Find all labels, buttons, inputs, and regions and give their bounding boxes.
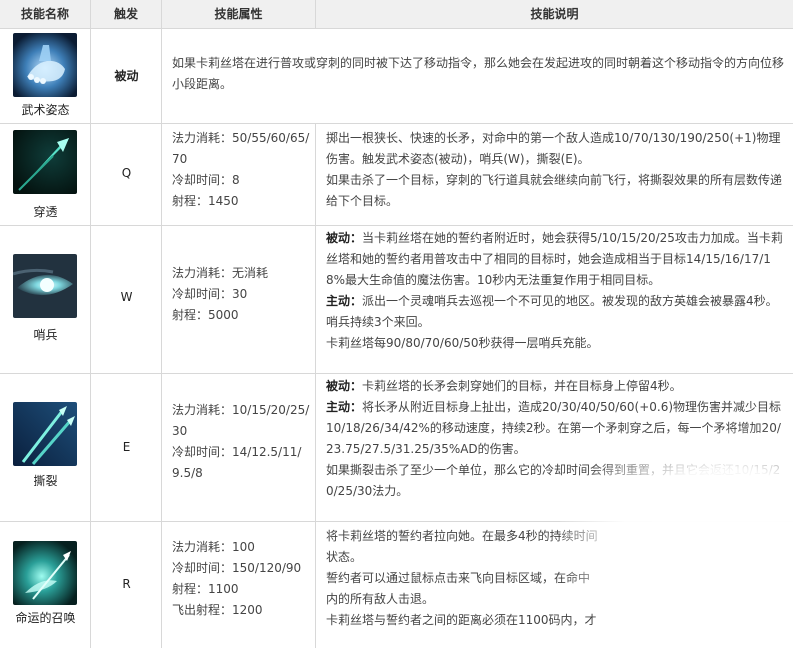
skill-desc: 如果卡莉丝塔在进行普攻或穿刺的同时被下达了移动指令，那么她会在发起进攻的同时朝着… [172, 53, 784, 95]
passive-text: 卡莉丝塔的长矛会刺穿她们的目标，并在目标身上停留4秒。 [362, 379, 682, 393]
skill-trigger: R [122, 577, 131, 591]
desc-line: 卡莉丝塔每90/80/70/60/50秒获得一层哨兵充能。 [326, 336, 599, 350]
attr-line: 法力消耗：50/55/60/65/70 [172, 131, 310, 166]
passive-text: 当卡莉丝塔在她的誓约者附近时，她会获得5/10/15/20/25攻击力加成。当卡… [326, 231, 783, 287]
skill-trigger-cell: Q [91, 124, 162, 225]
skill-name-cell: 命运的召唤 [0, 522, 91, 648]
skill-name-cell: 哨兵 [0, 226, 91, 373]
header-trigger: 触发 [91, 0, 162, 28]
skill-name: 哨兵 [33, 328, 58, 342]
desc-line: 掷出一根狭长、快速的长矛，对命中的第一个敌人造成10/70/130/190/25… [326, 131, 781, 166]
skill-name-cell: 撕裂 [0, 374, 91, 521]
skill-attr-cell: 法力消耗：100 冷却时间：150/120/90 射程：1100 飞出射程：12… [162, 522, 316, 648]
skill-name: 命运的召唤 [15, 611, 76, 625]
skill-name-cell: 穿透 [0, 124, 91, 225]
spear-icon [13, 130, 77, 194]
skill-trigger-cell: E [91, 374, 162, 521]
spears-icon [13, 402, 77, 466]
skill-trigger-cell: R [91, 522, 162, 648]
attr-line: 法力消耗：100 [172, 540, 255, 554]
table-row: 哨兵 W 法力消耗：无消耗 冷却时间：30 射程：5000 被动：当卡莉丝塔在她… [0, 226, 793, 374]
skill-trigger-cell: 被动 [91, 29, 162, 123]
active-label: 主动： [326, 400, 363, 414]
skill-name: 撕裂 [33, 474, 58, 488]
active-label: 主动： [326, 294, 363, 308]
skill-trigger: W [120, 290, 133, 304]
table-header: 技能名称 触发 技能属性 技能说明 [0, 0, 793, 29]
header-desc: 技能说明 [530, 7, 579, 21]
desc-line: 如果击杀了一个目标，穿刺的飞行道具就会继续向前飞行，将撕裂效果的所有层数传递给下… [326, 173, 783, 208]
passive-label: 被动： [326, 379, 363, 393]
header-attr: 技能属性 [162, 0, 316, 28]
skill-name-cell: 武术姿态 [0, 29, 91, 123]
attr-line: 法力消耗：10/15/20/25/30 [172, 403, 310, 438]
passive-label: 被动： [326, 231, 363, 245]
desc-line: 如果卡莉丝塔在进行普攻或穿刺的同时被下达了移动指令，那么她会在发起进攻的同时朝着… [172, 56, 785, 91]
attr-line: 飞出射程：1200 [172, 603, 263, 617]
skill-attr-cell: 法力消耗：无消耗 冷却时间：30 射程：5000 [162, 226, 316, 373]
skill-desc-cell: 掷出一根狭长、快速的长矛，对命中的第一个敌人造成10/70/130/190/25… [316, 124, 793, 225]
skill-trigger: Q [121, 166, 132, 180]
eye-icon [13, 254, 77, 318]
attr-line: 冷却时间：150/120/90 [172, 561, 302, 575]
summon-icon [13, 541, 77, 605]
header-name: 技能名称 [0, 0, 91, 28]
skill-desc: 被动：当卡莉丝塔在她的誓约者附近时，她会获得5/10/15/20/25攻击力加成… [326, 228, 786, 354]
skill-name: 武术姿态 [21, 103, 70, 117]
attr-line: 射程：5000 [172, 308, 239, 322]
skill-attr: 法力消耗：50/55/60/65/70 冷却时间：8 射程：1450 [172, 128, 312, 212]
skill-trigger: E [122, 440, 131, 454]
attr-line: 射程：1100 [172, 582, 239, 596]
skill-name: 穿透 [33, 205, 58, 219]
skill-attr-cell: 法力消耗：50/55/60/65/70 冷却时间：8 射程：1450 [162, 124, 316, 225]
table-row: 穿透 Q 法力消耗：50/55/60/65/70 冷却时间：8 射程：1450 … [0, 124, 793, 226]
skill-trigger-cell: W [91, 226, 162, 373]
attr-line: 冷却时间：30 [172, 287, 248, 301]
skill-trigger: 被动 [114, 69, 139, 83]
attr-line: 法力消耗：无消耗 [172, 266, 269, 280]
skill-desc-cell: 被动：当卡莉丝塔在她的誓约者附近时，她会获得5/10/15/20/25攻击力加成… [316, 226, 793, 373]
skill-desc-cell: 如果卡莉丝塔在进行普攻或穿刺的同时被下达了移动指令，那么她会在发起进攻的同时朝着… [162, 29, 793, 123]
skill-attr: 法力消耗：10/15/20/25/30 冷却时间：14/12.5/11/9.5/… [172, 400, 312, 484]
active-text: 派出一个灵魂哨兵去巡视一个不可见的地区。被发现的敌方英雄会被暴露4秒。哨兵持续3… [326, 294, 778, 329]
attr-line: 冷却时间：14/12.5/11/9.5/8 [172, 445, 302, 480]
skill-attr: 法力消耗：100 冷却时间：150/120/90 射程：1100 飞出射程：12… [172, 537, 312, 621]
table-row: 武术姿态 被动 如果卡莉丝塔在进行普攻或穿刺的同时被下达了移动指令，那么她会在发… [0, 29, 793, 124]
attr-line: 冷却时间：8 [172, 173, 240, 187]
attr-line: 射程：1450 [172, 194, 239, 208]
overlay-fade [560, 430, 793, 648]
skill-attr: 法力消耗：无消耗 冷却时间：30 射程：5000 [172, 263, 312, 326]
foot-icon [13, 33, 77, 97]
skill-attr-cell: 法力消耗：10/15/20/25/30 冷却时间：14/12.5/11/9.5/… [162, 374, 316, 521]
skill-desc: 掷出一根狭长、快速的长矛，对命中的第一个敌人造成10/70/130/190/25… [326, 128, 786, 212]
